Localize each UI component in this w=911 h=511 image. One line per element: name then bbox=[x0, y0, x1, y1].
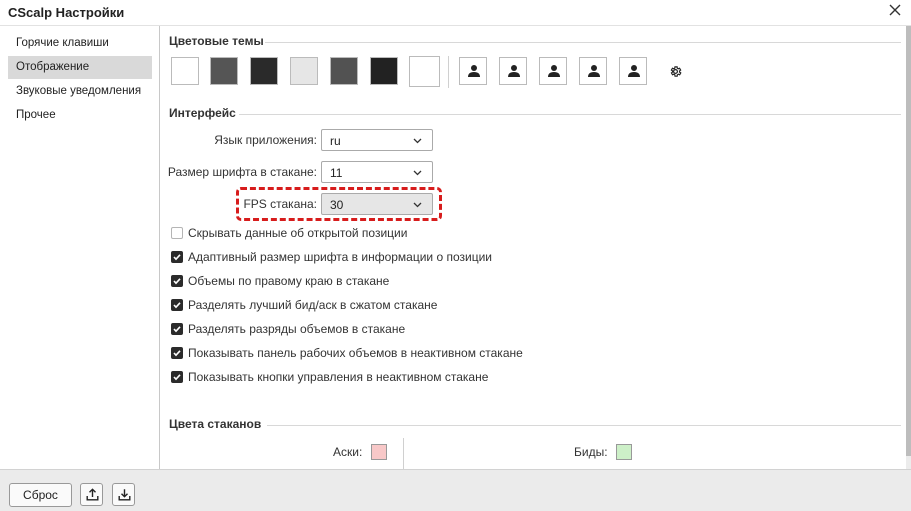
checkbox-checked[interactable] bbox=[171, 323, 183, 335]
asks-label: Аски: bbox=[333, 445, 363, 459]
checkbox-checked[interactable] bbox=[171, 347, 183, 359]
font-size-value: 11 bbox=[330, 166, 343, 180]
user-theme-button[interactable] bbox=[539, 57, 567, 85]
language-select[interactable]: ru bbox=[321, 129, 433, 151]
section-divider bbox=[239, 114, 901, 115]
export-settings-button[interactable] bbox=[80, 483, 103, 506]
theme-swatch[interactable] bbox=[370, 57, 398, 85]
separator bbox=[403, 438, 404, 469]
user-icon bbox=[548, 65, 560, 77]
check-icon bbox=[173, 254, 181, 261]
sidebar-item-label: Звуковые уведомления bbox=[16, 85, 142, 97]
close-icon[interactable] bbox=[887, 3, 903, 21]
display-settings-panel: Цветовые темы Интерфейс Язык приложения:… bbox=[161, 26, 906, 469]
theme-swatch[interactable] bbox=[171, 57, 199, 85]
font-size-select[interactable]: 11 bbox=[321, 161, 433, 183]
checkbox-label: Скрывать данные об открытой позиции bbox=[188, 226, 408, 240]
sidebar-item-label: Отображение bbox=[16, 61, 90, 73]
language-value: ru bbox=[330, 134, 341, 148]
user-icon bbox=[628, 65, 640, 77]
bids-label: Биды: bbox=[574, 445, 608, 459]
chevron-down-icon bbox=[413, 170, 422, 176]
interface-title: Интерфейс bbox=[169, 106, 236, 120]
check-icon bbox=[173, 302, 181, 309]
scrollbar[interactable] bbox=[906, 26, 911, 469]
user-icon bbox=[588, 65, 600, 77]
user-theme-button[interactable] bbox=[499, 57, 527, 85]
theme-swatch[interactable] bbox=[330, 57, 358, 85]
checkbox-label: Разделять разряды объемов в стакане bbox=[188, 322, 406, 336]
font-size-label: Размер шрифта в стакане: bbox=[167, 165, 317, 179]
checkbox-label: Адаптивный размер шрифта в информации о … bbox=[188, 250, 492, 264]
checkbox-checked[interactable] bbox=[171, 299, 183, 311]
download-icon bbox=[118, 489, 131, 501]
checkbox-unchecked[interactable] bbox=[171, 227, 183, 239]
check-icon bbox=[173, 278, 181, 285]
sidebar-item-label: Горячие клавиши bbox=[16, 37, 109, 49]
section-divider bbox=[265, 42, 901, 43]
check-icon bbox=[173, 350, 181, 357]
theme-swatch-selected[interactable] bbox=[409, 56, 440, 87]
separator bbox=[448, 56, 449, 88]
chevron-down-icon bbox=[413, 138, 422, 144]
check-icon bbox=[173, 326, 181, 333]
user-icon bbox=[468, 65, 480, 77]
sidebar-item-display[interactable]: Отображение bbox=[8, 56, 152, 79]
footer-bar: Сброс bbox=[0, 469, 911, 511]
sidebar-item-sound-notifications[interactable]: Звуковые уведомления bbox=[8, 80, 152, 103]
scrollbar-thumb[interactable] bbox=[906, 26, 911, 456]
upload-icon bbox=[86, 488, 99, 501]
checkbox-checked[interactable] bbox=[171, 251, 183, 263]
sidebar-item-hotkeys[interactable]: Горячие клавиши bbox=[8, 32, 152, 55]
theme-swatch[interactable] bbox=[290, 57, 318, 85]
fps-value: 30 bbox=[330, 198, 344, 212]
checkbox-label: Объемы по правому краю в стакане bbox=[188, 274, 390, 288]
asks-color-picker[interactable] bbox=[371, 444, 387, 460]
bids-color-picker[interactable] bbox=[616, 444, 632, 460]
theme-swatch[interactable] bbox=[250, 57, 278, 85]
user-icon bbox=[508, 65, 520, 77]
window-title: CScalp Настройки bbox=[8, 5, 125, 20]
color-themes-title: Цветовые темы bbox=[169, 34, 264, 48]
checkbox-checked[interactable] bbox=[171, 371, 183, 383]
sidebar-item-label: Прочее bbox=[16, 109, 56, 121]
user-theme-button[interactable] bbox=[619, 57, 647, 85]
sidebar-item-other[interactable]: Прочее bbox=[8, 104, 152, 127]
user-theme-button[interactable] bbox=[459, 57, 487, 85]
section-divider bbox=[267, 425, 901, 426]
chevron-down-icon bbox=[413, 202, 422, 208]
book-colors-title: Цвета стаканов bbox=[169, 417, 262, 431]
theme-swatch[interactable] bbox=[210, 57, 238, 85]
fps-select[interactable]: 30 bbox=[321, 193, 433, 215]
checkbox-label: Показывать панель рабочих объемов в неак… bbox=[188, 346, 523, 360]
fps-label: FPS стакана: bbox=[243, 197, 317, 211]
language-label: Язык приложения: bbox=[214, 133, 317, 147]
import-settings-button[interactable] bbox=[112, 483, 135, 506]
user-theme-button[interactable] bbox=[579, 57, 607, 85]
gear-icon[interactable] bbox=[669, 65, 682, 81]
checkbox-checked[interactable] bbox=[171, 275, 183, 287]
checkbox-label: Разделять лучший бид/аск в сжатом стакан… bbox=[188, 298, 438, 312]
reset-button[interactable]: Сброс bbox=[9, 483, 72, 507]
checkbox-label: Показывать кнопки управления в неактивно… bbox=[188, 370, 489, 384]
check-icon bbox=[173, 374, 181, 381]
settings-sidebar: Горячие клавиши Отображение Звуковые уве… bbox=[0, 26, 160, 469]
title-bar: CScalp Настройки bbox=[0, 0, 911, 26]
